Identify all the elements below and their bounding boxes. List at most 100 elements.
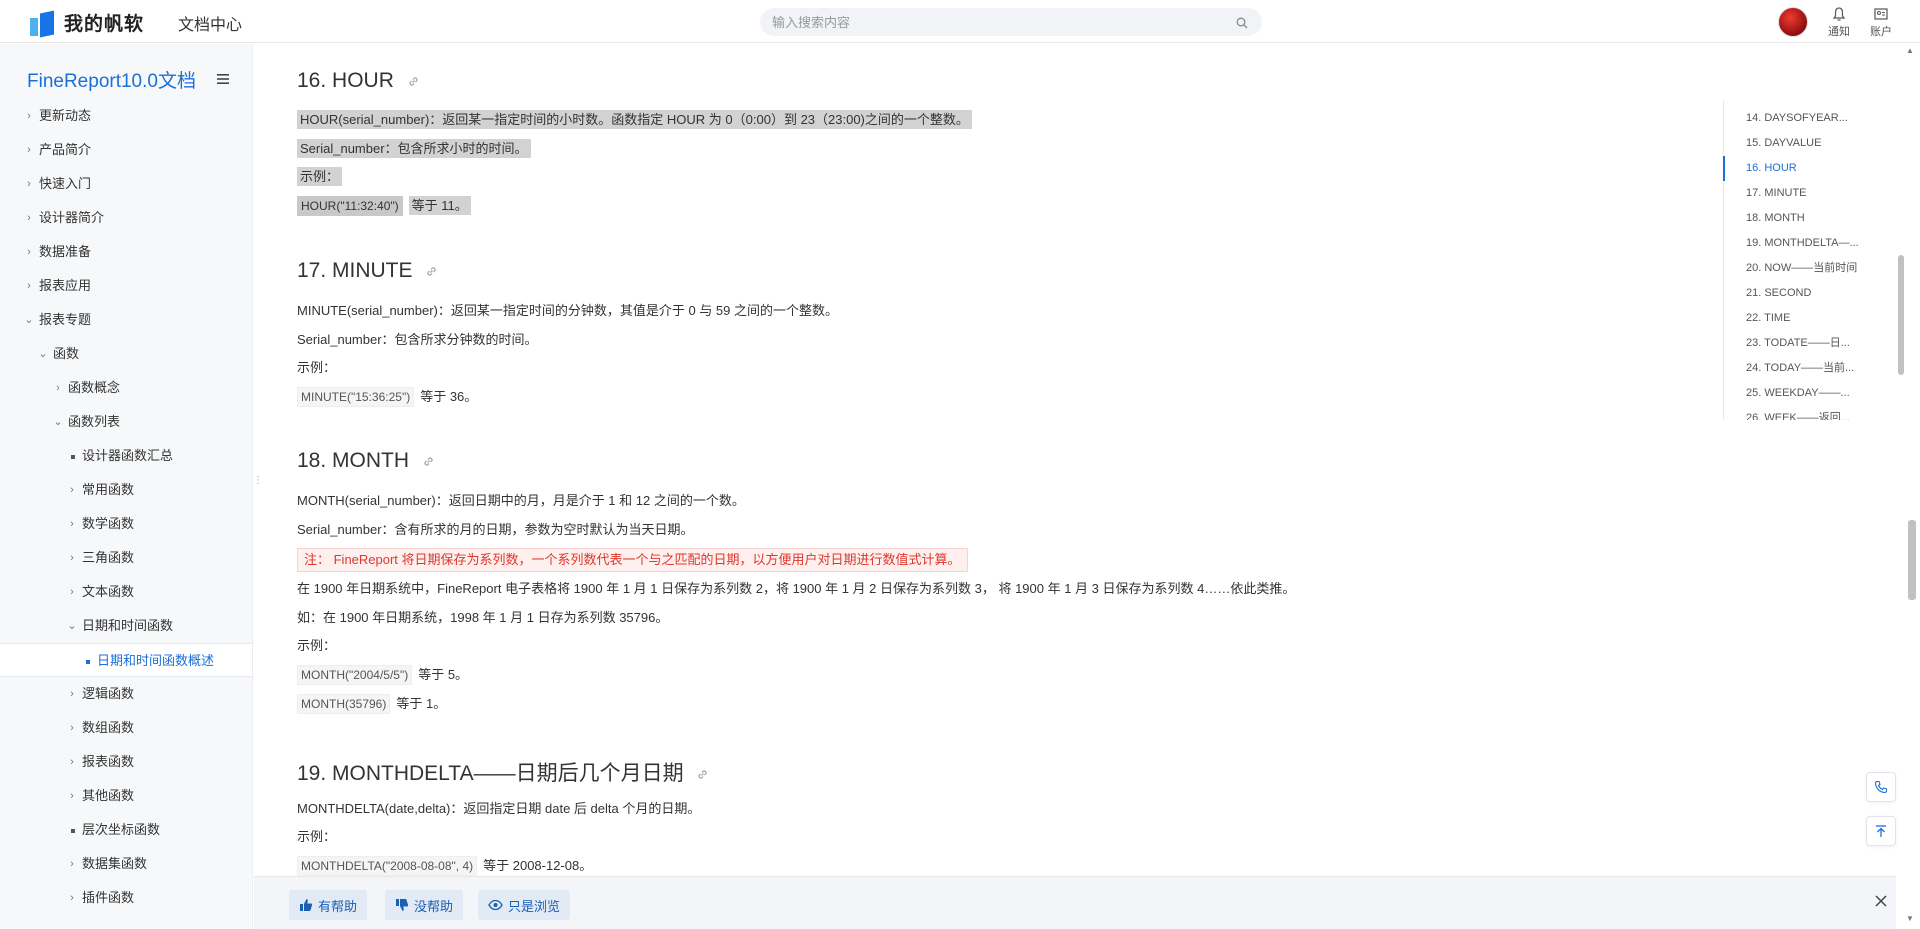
chevron-right-icon: ›	[70, 484, 74, 496]
section-title-month: 18. MONTH	[297, 449, 434, 473]
code-snippet: MINUTE("15:36:25")	[297, 387, 415, 407]
just-browsing-button[interactable]: 只是浏览	[478, 890, 571, 920]
sidebar-item-functions[interactable]: ⌄ 函数	[0, 337, 252, 371]
sidebar-item-array-functions[interactable]: › 数组函数	[0, 711, 252, 745]
toc-item[interactable]: 22. TIME	[1723, 306, 1883, 331]
code-snippet: MONTH(35796)	[297, 694, 391, 714]
chevron-right-icon: ›	[70, 552, 74, 564]
bullet-icon	[71, 829, 75, 833]
chevron-right-icon: ›	[27, 280, 31, 292]
chevron-down-icon: ⌄	[67, 620, 77, 632]
section-title-hour: 16. HOUR	[297, 69, 419, 93]
user-avatar[interactable]	[1778, 7, 1808, 37]
toc-item[interactable]: 14. DAYSOFYEAR...	[1723, 106, 1883, 131]
sidebar-item-common-functions[interactable]: › 常用函数	[0, 473, 252, 507]
sidebar-item-math-functions[interactable]: › 数学函数	[0, 507, 252, 541]
id-card-icon	[1874, 8, 1888, 20]
sidebar-item-intro[interactable]: › 产品简介	[0, 133, 252, 167]
sidebar-item-dataset-functions[interactable]: › 数据集函数	[0, 847, 252, 881]
toc-item[interactable]: 26. WEEK——返回...	[1723, 406, 1883, 420]
thumbs-up-icon	[300, 899, 313, 911]
code-snippet: MONTHDELTA("2008-08-08", 4)	[297, 856, 478, 876]
bullet-icon	[86, 660, 90, 664]
sidebar-item-datetime-overview[interactable]: 日期和时间函数概述	[0, 643, 252, 677]
sidebar-item-logic-functions[interactable]: › 逻辑函数	[0, 677, 252, 711]
monthdelta-example-1: MONTHDELTA("2008-08-08", 4) 等于 2008-12-08…	[297, 856, 592, 876]
toc-item[interactable]: 21. SECOND	[1723, 281, 1883, 306]
anchor-link-icon[interactable]	[423, 449, 434, 473]
sidebar-item-quickstart[interactable]: › 快速入门	[0, 167, 252, 201]
chevron-down-icon: ⌄	[24, 314, 34, 326]
toc-item[interactable]: 24. TODAY——当前...	[1723, 356, 1883, 381]
search-icon[interactable]	[1236, 16, 1248, 34]
chevron-right-icon: ›	[56, 382, 60, 394]
anchor-link-icon[interactable]	[697, 762, 708, 786]
sidebar-item-datetime-functions[interactable]: ⌄ 日期和时间函数	[0, 609, 252, 643]
sidebar-item-report-topics[interactable]: ⌄ 报表专题	[0, 303, 252, 337]
sidebar-title[interactable]: FineReport10.0文档	[27, 66, 196, 93]
account-button[interactable]: 账户	[1866, 6, 1896, 39]
sidebar-item-report-app[interactable]: › 报表应用	[0, 269, 252, 303]
chevron-right-icon: ›	[70, 858, 74, 870]
toc-item[interactable]: 18. MONTH	[1723, 206, 1883, 231]
month-example-label: 示例：	[297, 638, 337, 653]
anchor-link-icon[interactable]	[408, 69, 419, 93]
toc-item[interactable]: 25. WEEKDAY——...	[1723, 381, 1883, 406]
sidebar-item-function-list[interactable]: ⌄ 函数列表	[0, 405, 252, 439]
sidebar-item-function-concept[interactable]: › 函数概念	[0, 371, 252, 405]
notify-button[interactable]: 通知	[1824, 6, 1854, 39]
helpful-button[interactable]: 有帮助	[289, 890, 368, 920]
minute-example-1: MINUTE("15:36:25") 等于 36。	[297, 387, 477, 407]
toc-item[interactable]: 19. MONTHDELTA—...	[1723, 231, 1883, 256]
sidebar-item-report-functions[interactable]: › 报表函数	[0, 745, 252, 779]
chevron-right-icon: ›	[27, 178, 31, 190]
sidebar-item-updates[interactable]: › 更新动态	[0, 99, 252, 133]
scroll-up-arrow-icon[interactable]: ▲	[1906, 46, 1914, 55]
toc-item[interactable]: 20. NOW——当前时间	[1723, 256, 1883, 281]
toc-item-active[interactable]: 16. HOUR	[1723, 156, 1883, 181]
menu-icon[interactable]	[216, 72, 230, 90]
toc-scrollbar-thumb[interactable]	[1898, 255, 1904, 375]
chevron-right-icon: ›	[70, 688, 74, 700]
code-snippet: HOUR("11:32:40")	[297, 196, 403, 216]
month-example-2: MONTH(35796) 等于 1。	[297, 694, 446, 714]
contact-button[interactable]	[1866, 772, 1896, 802]
brand-logo[interactable]: 我的帆软	[30, 9, 145, 37]
sidebar-item-hierarchy-functions[interactable]: 层次坐标函数	[0, 813, 252, 847]
phone-icon	[1874, 780, 1888, 794]
sidebar-item-plugin-functions[interactable]: › 插件函数	[0, 881, 252, 915]
doc-center-link[interactable]: 文档中心	[178, 11, 242, 35]
account-label: 账户	[1870, 26, 1892, 38]
close-feedback-icon[interactable]	[1874, 894, 1888, 913]
anchor-link-icon[interactable]	[426, 259, 437, 283]
chevron-right-icon: ›	[70, 722, 74, 734]
hour-example-label: 示例：	[297, 167, 343, 187]
sidebar-item-data-prep[interactable]: › 数据准备	[0, 235, 252, 269]
feedback-bar: 有帮助 没帮助 只是浏览	[254, 876, 1896, 929]
toc-item[interactable]: 23. TODATE——日...	[1723, 331, 1883, 356]
scroll-down-arrow-icon[interactable]: ▼	[1906, 914, 1914, 923]
toc-item[interactable]: 15. DAYVALUE	[1723, 131, 1883, 156]
section-title-minute: 17. MINUTE	[297, 259, 437, 283]
back-to-top-button[interactable]	[1866, 816, 1896, 846]
sidebar-item-trig-functions[interactable]: › 三角函数	[0, 541, 252, 575]
not-helpful-button[interactable]: 没帮助	[385, 890, 464, 920]
code-snippet: MONTH("2004/5/5")	[297, 665, 413, 685]
hour-param: Serial_number：包含所求小时的时间。	[297, 139, 531, 159]
chevron-right-icon: ›	[27, 110, 31, 122]
chevron-right-icon: ›	[27, 246, 31, 258]
sidebar-item-other-functions[interactable]: › 其他函数	[0, 779, 252, 813]
sidebar-item-designer[interactable]: › 设计器简介	[0, 201, 252, 235]
chevron-right-icon: ›	[70, 586, 74, 598]
chevron-down-icon: ⌄	[38, 348, 48, 360]
chevron-right-icon: ›	[27, 144, 31, 156]
brand-name: 我的帆软	[64, 14, 145, 35]
chevron-right-icon: ›	[70, 518, 74, 530]
page-scrollbar-thumb[interactable]	[1908, 520, 1916, 600]
search-box	[760, 8, 1262, 36]
toc-item[interactable]: 17. MINUTE	[1723, 181, 1883, 206]
monthdelta-example-label: 示例：	[297, 829, 337, 844]
search-input[interactable]	[760, 8, 1200, 36]
sidebar-item-text-functions[interactable]: › 文本函数	[0, 575, 252, 609]
sidebar-item-designer-function-summary[interactable]: 设计器函数汇总	[0, 439, 252, 473]
